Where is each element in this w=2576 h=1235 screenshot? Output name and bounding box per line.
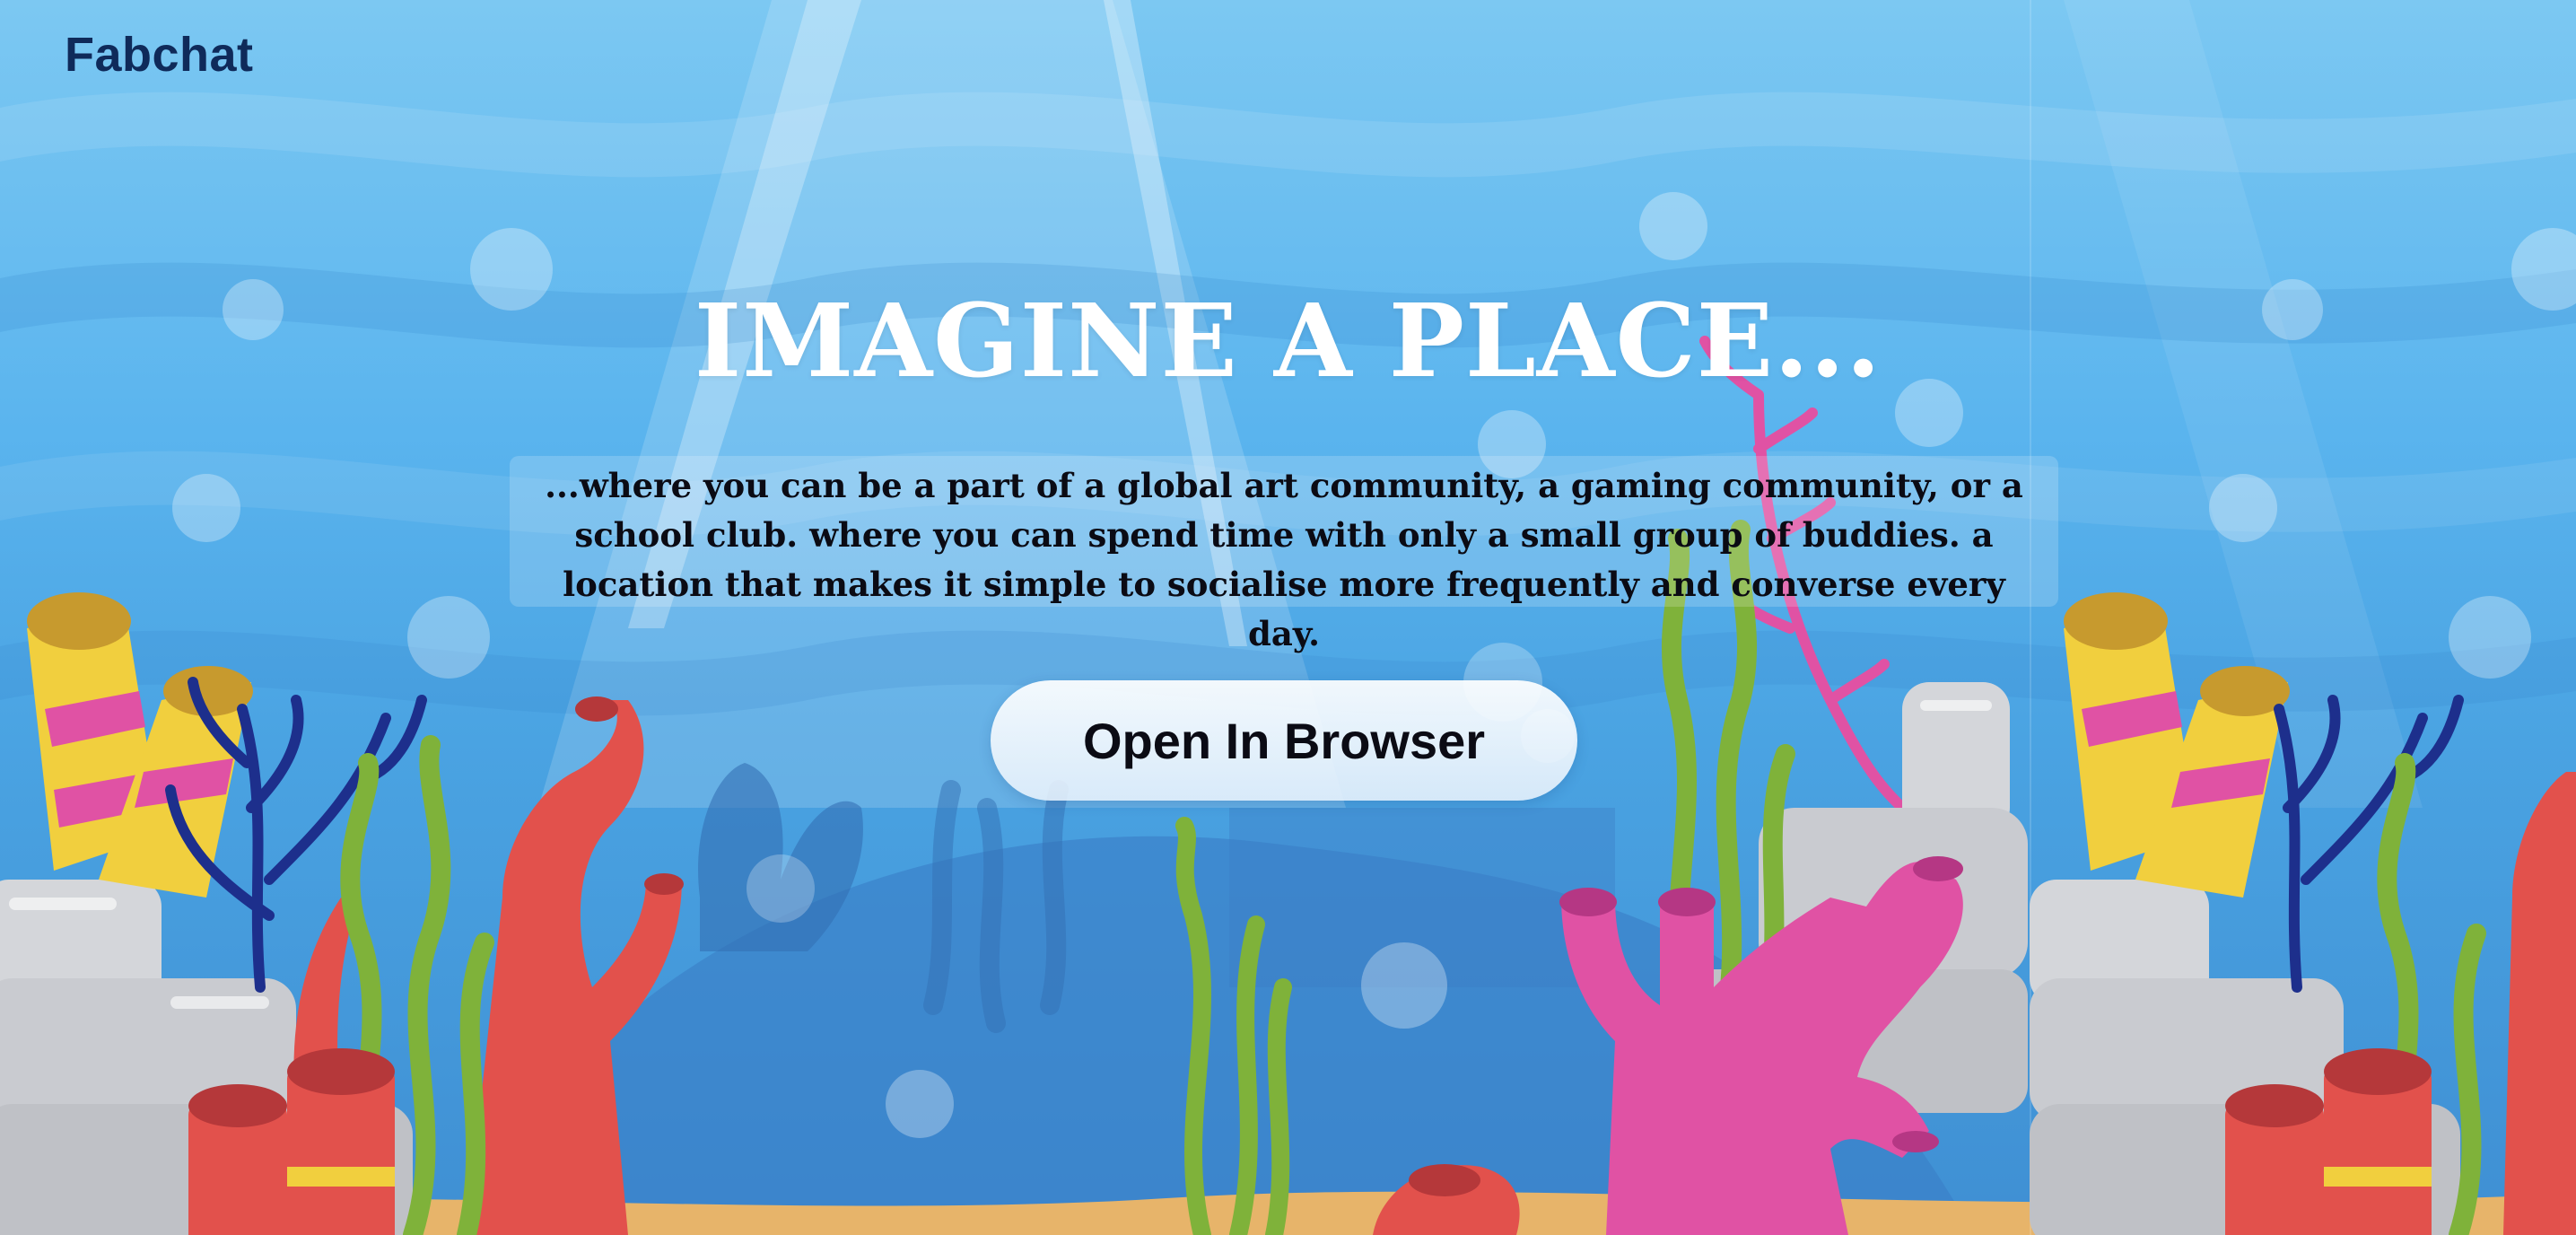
red-coral <box>2503 772 2576 1235</box>
tube-sponge-opening <box>2064 592 2168 650</box>
hero-title: IMAGINE A PLACE... <box>694 283 1882 400</box>
red-cylinder-top <box>2225 1084 2324 1127</box>
red-coral-opening <box>1409 1164 1480 1196</box>
bubble <box>1361 942 1447 1029</box>
rock-highlight <box>170 996 269 1009</box>
cylinder-band <box>287 1167 395 1187</box>
bubble <box>886 1070 954 1138</box>
red-cylinder-top <box>287 1048 395 1095</box>
rock-highlight <box>1920 700 1992 711</box>
brand-logo-text[interactable]: Fabchat <box>65 27 254 83</box>
rock-highlight <box>9 898 117 910</box>
cylinder-band <box>2324 1167 2432 1187</box>
bubble <box>407 596 490 679</box>
red-cylinder-top <box>188 1084 287 1127</box>
bubble <box>1639 192 1707 260</box>
bubble <box>2449 596 2531 679</box>
tube-sponge-opening <box>27 592 131 650</box>
bubble <box>172 474 240 542</box>
bubble <box>2209 474 2277 542</box>
hero-description: ...where you can be a part of a global a… <box>510 456 2058 653</box>
bubble <box>747 854 815 923</box>
landing-page: Fabchat IMAGINE A PLACE... ...where you … <box>0 0 2576 1235</box>
open-in-browser-button[interactable]: Open In Browser <box>991 680 1577 801</box>
red-cylinder-top <box>2324 1048 2432 1095</box>
